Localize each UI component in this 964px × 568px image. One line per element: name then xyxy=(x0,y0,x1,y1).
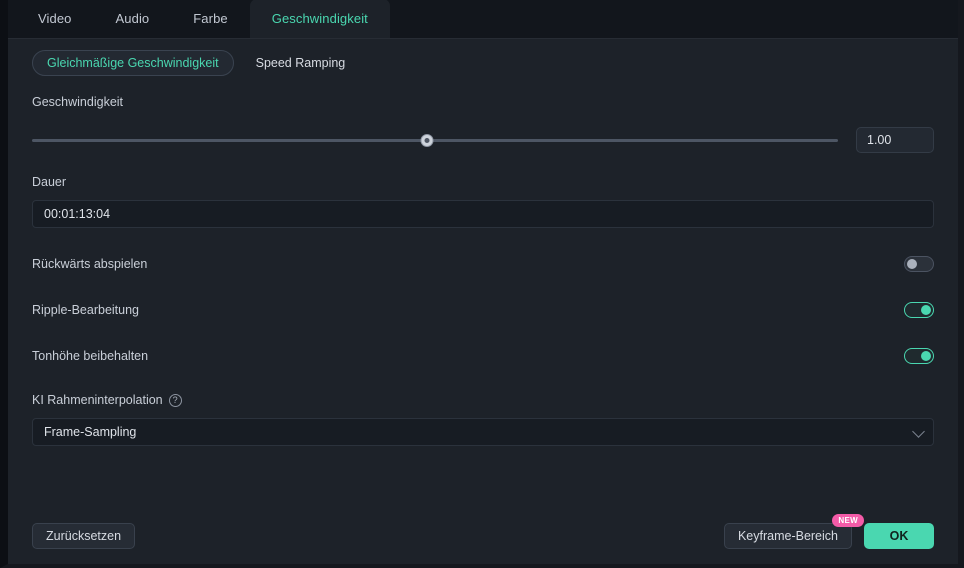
tab-farbe-label: Farbe xyxy=(193,11,228,26)
speed-slider-track xyxy=(32,138,838,142)
ripple-edit-toggle[interactable] xyxy=(904,302,934,318)
footer-bar: Zurücksetzen Keyframe-Bereich NEW OK xyxy=(32,514,934,550)
speed-label: Geschwindigkeit xyxy=(32,95,124,109)
ok-button-label: OK xyxy=(889,529,909,543)
interpolation-select[interactable]: Frame-Sampling xyxy=(32,418,934,446)
subtab-uniform-speed-label: Gleichmäßige Geschwindigkeit xyxy=(47,55,219,70)
interpolation-label-row: KI Rahmeninterpolation ? xyxy=(32,392,934,408)
reverse-playback-toggle[interactable] xyxy=(904,256,934,272)
toggle-row-reverse: Rückwärts abspielen xyxy=(32,253,934,275)
maintain-pitch-label: Tonhöhe beibehalten xyxy=(32,349,149,363)
tab-audio[interactable]: Audio xyxy=(94,0,172,38)
reverse-playback-label: Rückwärts abspielen xyxy=(32,257,148,271)
interpolation-select-value: Frame-Sampling xyxy=(44,425,137,439)
speed-slider[interactable] xyxy=(32,131,838,149)
ok-button[interactable]: OK xyxy=(864,523,934,549)
speed-slider-row xyxy=(32,127,934,153)
tab-strip: Video Audio Farbe Geschwindigkeit xyxy=(8,0,958,39)
speed-settings-panel: Video Audio Farbe Geschwindigkeit Gleich… xyxy=(0,0,964,568)
question-circle-icon[interactable]: ? xyxy=(168,393,182,407)
speed-value-input[interactable] xyxy=(856,127,934,153)
tab-farbe[interactable]: Farbe xyxy=(171,0,249,38)
toggle-row-pitch: Tonhöhe beibehalten xyxy=(32,345,934,367)
keyframe-area-wrap: Keyframe-Bereich NEW xyxy=(723,514,864,549)
subtab-uniform-speed[interactable]: Gleichmäßige Geschwindigkeit xyxy=(32,49,234,76)
keyframe-area-label: Keyframe-Bereich xyxy=(737,529,838,543)
toggle-knob xyxy=(921,305,931,315)
keyframe-area-button[interactable]: Keyframe-Bereich xyxy=(723,523,852,549)
speed-slider-thumb[interactable] xyxy=(420,133,434,147)
interpolation-label: KI Rahmeninterpolation xyxy=(32,393,163,407)
tab-geschwindigkeit[interactable]: Geschwindigkeit xyxy=(249,0,390,38)
tab-geschwindigkeit-label: Geschwindigkeit xyxy=(271,11,368,26)
panel-content: Gleichmäßige Geschwindigkeit Speed Rampi… xyxy=(8,39,958,564)
subtab-speed-ramping[interactable]: Speed Ramping xyxy=(254,56,348,70)
chevron-down-icon xyxy=(912,425,925,438)
subtab-speed-ramping-label: Speed Ramping xyxy=(255,55,346,70)
toggle-row-ripple: Ripple-Bearbeitung xyxy=(32,299,934,321)
tab-audio-label: Audio xyxy=(115,11,150,26)
duration-input[interactable] xyxy=(32,200,934,228)
toggle-knob xyxy=(921,351,931,361)
tab-video-label: Video xyxy=(38,11,72,26)
tab-video[interactable]: Video xyxy=(16,0,94,38)
maintain-pitch-toggle[interactable] xyxy=(904,348,934,364)
toggle-knob xyxy=(907,259,917,269)
reset-button-label: Zurücksetzen xyxy=(46,529,122,543)
reset-button[interactable]: Zurücksetzen xyxy=(32,523,136,549)
sub-tab-row: Gleichmäßige Geschwindigkeit Speed Rampi… xyxy=(32,39,934,76)
footer-actions: Keyframe-Bereich NEW OK xyxy=(723,514,934,549)
duration-label: Dauer xyxy=(32,175,67,189)
ripple-edit-label: Ripple-Bearbeitung xyxy=(32,303,140,317)
